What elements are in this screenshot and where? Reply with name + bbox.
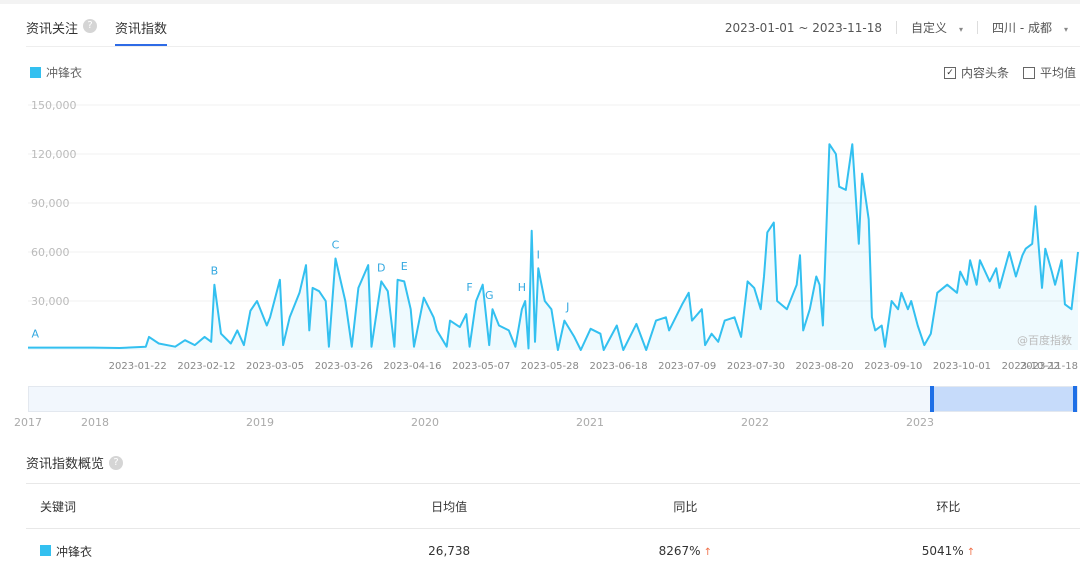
annotation-label: H [518, 281, 526, 294]
annotation-label: E [401, 260, 408, 273]
annotation-label: G [485, 289, 494, 302]
column-header: 关键词 [26, 483, 345, 529]
tab-label: 资讯关注 [26, 22, 79, 37]
legend-swatch [30, 67, 41, 78]
mom-value: 5041% [921, 544, 964, 558]
year-label: 2018 [81, 416, 109, 429]
navigator-right-handle[interactable] [1073, 386, 1077, 412]
divider [895, 21, 897, 34]
year-label: 2023 [906, 416, 934, 429]
divider [977, 21, 979, 34]
navigator-left-handle[interactable] [930, 386, 934, 412]
chevron-down-icon: ▾ [1063, 25, 1068, 34]
legend-label: 冲锋衣 [46, 66, 83, 80]
column-header: 日均值 [344, 483, 554, 529]
help-icon[interactable]: ? [109, 456, 124, 470]
checkbox-label: 平均值 [1039, 66, 1076, 80]
keyword-label: 冲锋衣 [56, 544, 93, 559]
x-tick-label: 2023-07-30 [727, 361, 785, 372]
filter-controls: 2023-01-01 ~ 2023-11-18 自定义 ▾ 四川 - 成都 ▾ [725, 19, 1068, 36]
region-select[interactable]: 四川 - 成都 ▾ [992, 19, 1068, 36]
x-tick-label: 2023-08-20 [796, 361, 854, 372]
tab-news-attention[interactable]: 资讯关注? [26, 18, 98, 46]
avg-cell: 26,738 [344, 528, 554, 567]
average-checkbox[interactable]: 平均值 [1022, 64, 1076, 81]
section-heading: 资讯指数概览 [26, 457, 105, 472]
x-tick-label: 2023-05-07 [452, 361, 510, 372]
chart-options: ✓ 内容头条 平均值 [943, 64, 1076, 81]
watermark: @百度指数 [1017, 334, 1072, 347]
checkbox-unchecked-icon [1022, 66, 1035, 79]
time-navigator[interactable] [28, 386, 1078, 412]
annotation-label: A [32, 328, 40, 341]
chevron-down-icon: ▾ [959, 25, 964, 34]
annotation-label: I [537, 248, 540, 261]
arrow-up-icon: ↑ [703, 547, 712, 558]
x-tick-label: 2023-01-22 [109, 361, 167, 372]
help-icon[interactable]: ? [83, 19, 98, 33]
annotation-label: B [211, 265, 219, 278]
y-tick-label: 120,000 [31, 148, 77, 161]
table-row: 冲锋衣 26,738 8267% ↑ 5041% ↑ [26, 528, 1080, 567]
yoy-cell: 8267% ↑ [553, 528, 817, 567]
year-label: 2022 [741, 416, 769, 429]
annotation-label: F [466, 281, 472, 294]
series-swatch [40, 544, 51, 556]
news-index-chart[interactable]: 150,000 120,000 90,000 60,000 30,000 2023-01-… [0, 90, 1080, 380]
column-header: 同比 [553, 483, 817, 529]
yoy-value: 8267% [658, 544, 701, 558]
y-tick-label: 150,000 [31, 99, 77, 112]
column-header: 环比 [816, 483, 1080, 529]
region-value: 四川 - 成都 [992, 21, 1052, 35]
chart-legend[interactable]: 冲锋衣 [30, 64, 82, 81]
navigator-years: 2017 2018 2019 2020 2021 2022 2023 [0, 416, 1080, 432]
date-range-picker[interactable]: 2023-01-01 ~ 2023-11-18 [725, 21, 882, 35]
x-tick-label: 2023-03-26 [315, 361, 373, 372]
x-tick-label: 2023-02-12 [177, 361, 235, 372]
annotation-label: C [332, 239, 340, 252]
year-label: 2020 [411, 416, 439, 429]
overview-table: 关键词 日均值 同比 环比 冲锋衣 26,738 8267% ↑ 5041% ↑ [26, 483, 1080, 567]
checkbox-checked-icon: ✓ [943, 66, 956, 79]
page: 资讯关注? 资讯指数 2023-01-01 ~ 2023-11-18 自定义 ▾ … [0, 0, 1080, 567]
period-select[interactable]: 自定义 ▾ [911, 19, 963, 36]
checkbox-label: 内容头条 [960, 66, 1009, 80]
top-strip [0, 0, 1080, 4]
navigator-selection[interactable] [932, 387, 1077, 411]
y-tick-label: 90,000 [31, 197, 70, 210]
x-tick-label: 2023-09-10 [864, 361, 922, 372]
x-tick-label: 2023-03-05 [246, 361, 304, 372]
x-tick-label: 2023-07-09 [658, 361, 716, 372]
mom-cell: 5041% ↑ [816, 528, 1080, 567]
tab-news-index[interactable]: 资讯指数 [115, 18, 168, 46]
x-tick-label: 2023-06-18 [589, 361, 647, 372]
tab-bar: 资讯关注? 资讯指数 [26, 18, 168, 46]
x-tick-label: 2023-05-28 [521, 361, 579, 372]
keyword-cell: 冲锋衣 [26, 528, 345, 567]
x-tick-label: 2023-10-01 [933, 361, 991, 372]
series-line [28, 143, 1079, 351]
tab-label: 资讯指数 [115, 22, 168, 37]
x-tick-label: 2023-11-18 [1020, 361, 1078, 372]
divider [26, 46, 1080, 47]
arrow-up-icon: ↑ [966, 547, 976, 558]
y-tick-label: 60,000 [31, 246, 70, 259]
x-tick-label: 2023-04-16 [383, 361, 441, 372]
content-headline-checkbox[interactable]: ✓ 内容头条 [943, 64, 1009, 81]
y-tick-label: 30,000 [31, 295, 70, 308]
year-label: 2019 [246, 416, 274, 429]
overview-title: 资讯指数概览? [26, 453, 124, 472]
year-label: 2021 [576, 416, 604, 429]
annotation-label: J [565, 301, 569, 314]
year-label: 2017 [14, 416, 42, 429]
annotation-label: D [377, 261, 385, 274]
period-value: 自定义 [910, 21, 947, 35]
